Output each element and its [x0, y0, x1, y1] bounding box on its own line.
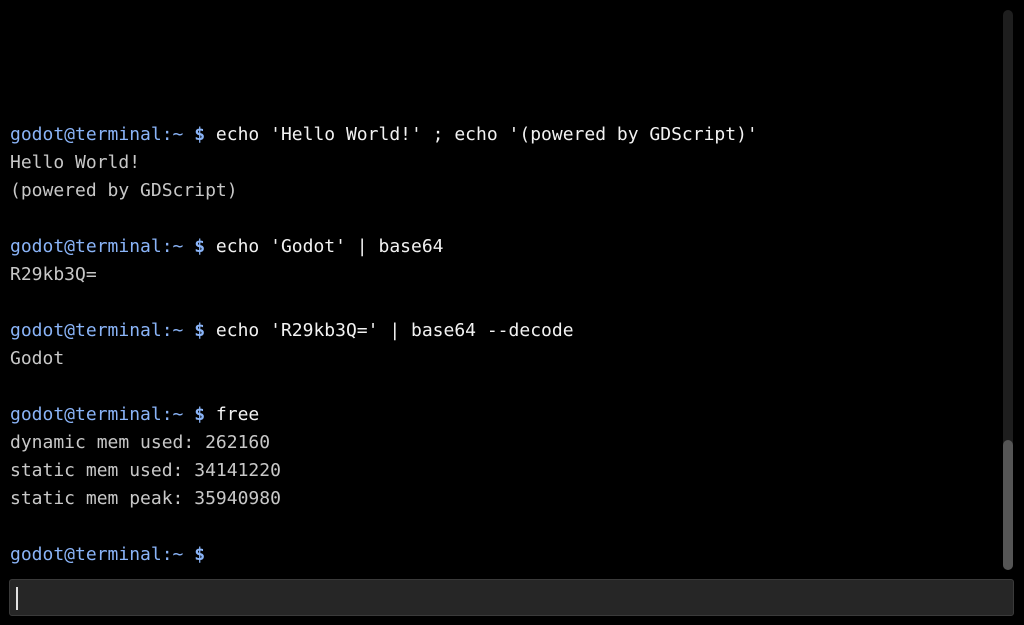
command-text: echo 'Godot' | base64: [215, 236, 444, 257]
prompt-user: godot@terminal:~: [10, 544, 184, 565]
output-line: (powered by GDScript): [10, 180, 238, 201]
terminal-output-area: godot@terminal:~ $ echo 'Hello World!' ;…: [0, 0, 1000, 572]
scrollbar-thumb[interactable]: [1003, 440, 1013, 570]
prompt-symbol: $: [194, 236, 206, 257]
current-prompt-line: godot@terminal:~ $: [10, 541, 995, 569]
command-input-container[interactable]: [9, 579, 1014, 616]
command-line: godot@terminal:~ $ echo 'Godot' | base64: [10, 233, 995, 261]
output-line: static mem peak: 35940980: [10, 488, 281, 509]
command-text: echo 'R29kb3Q=' | base64 --decode: [215, 320, 574, 341]
prompt-user: godot@terminal:~: [10, 236, 184, 257]
command-line: godot@terminal:~ $ echo 'R29kb3Q=' | bas…: [10, 317, 995, 345]
prompt-user: godot@terminal:~: [10, 320, 184, 341]
prompt-symbol: $: [194, 320, 206, 341]
prompt-symbol: $: [194, 124, 206, 145]
command-line: godot@terminal:~ $ echo 'Hello World!' ;…: [10, 121, 995, 149]
output-line: R29kb3Q=: [10, 264, 97, 285]
output-line: Godot: [10, 348, 65, 369]
terminal-output: godot@terminal:~ $ echo 'Hello World!' ;…: [10, 121, 995, 569]
command-text: free: [215, 404, 260, 425]
output-line: dynamic mem used: 262160: [10, 432, 271, 453]
vertical-scrollbar[interactable]: [1003, 10, 1013, 570]
prompt-user: godot@terminal:~: [10, 124, 184, 145]
output-line: Hello World!: [10, 152, 141, 173]
output-line: static mem used: 34141220: [10, 460, 281, 481]
prompt-user: godot@terminal:~: [10, 404, 184, 425]
prompt-symbol: $: [194, 404, 206, 425]
command-line: godot@terminal:~ $ free: [10, 401, 995, 429]
prompt-symbol: $: [194, 544, 206, 565]
command-input[interactable]: [10, 580, 1013, 615]
text-caret: [16, 587, 18, 610]
command-text: echo 'Hello World!' ; echo '(powered by …: [215, 124, 758, 145]
